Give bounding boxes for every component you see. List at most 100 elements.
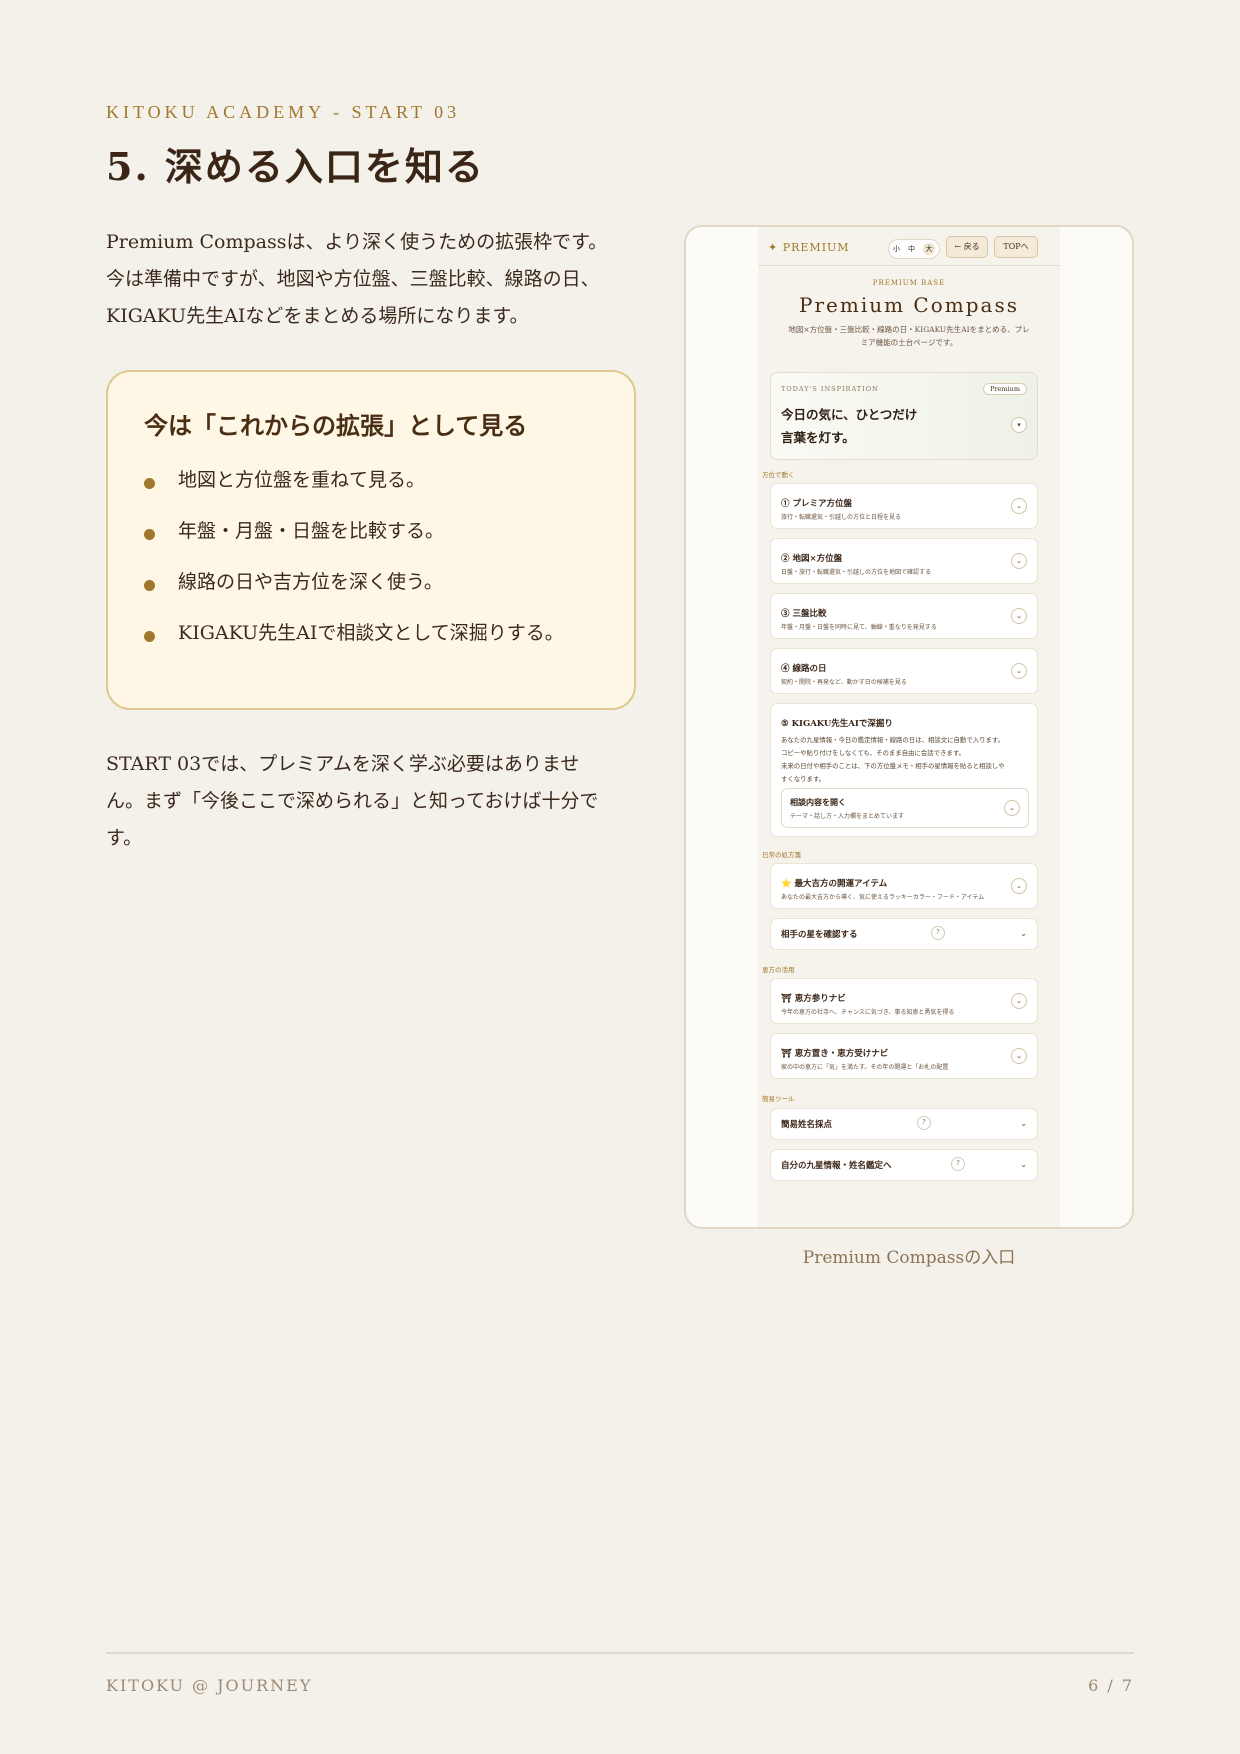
list-item: 地図と方位盤を重ねて見る。 <box>144 467 598 493</box>
card-body-line: コピーや貼り付けをしなくても、そのまま自由に会話できます。 <box>781 749 965 757</box>
card-title: 簡易姓名採点 <box>781 1120 833 1130</box>
note-list: 地図と方位盤を重ねて見る。 年盤・月盤・日盤を比較する。 線路の日や吉方位を深く… <box>144 467 598 646</box>
card-title: ① プレミア方位盤 <box>781 499 852 509</box>
section-label-daily: 日常の処方箋 <box>762 851 801 859</box>
bullet-icon <box>144 478 155 489</box>
inspiration-card[interactable]: TODAY'S INSPIRATION Premium 今日の気に、ひとつだけ … <box>770 372 1038 460</box>
card-body-line: すくなります。 <box>781 775 826 783</box>
consult-open-button[interactable]: 相談内容を開く テーマ・話し方・入力欄をまとめています ⌄ <box>781 788 1029 828</box>
chevron-down-icon[interactable]: ⌄ <box>1020 1160 1027 1169</box>
card-body-line: あなたの九星情報・今日の鑑定情報・線路の日は、相談文に自動で入ります。 <box>781 736 1005 744</box>
page-number: 6 / 7 <box>1088 1676 1134 1695</box>
card-three-board[interactable]: ③ 三盤比較 年盤・月盤・日盤を同時に見て、軸線・重なりを発見する ⌄ <box>770 593 1038 639</box>
outro-line: ん。まず「今後ここで深められる」と知っておけば十分で <box>106 790 599 812</box>
help-icon[interactable]: ? <box>951 1157 965 1171</box>
chevron-down-icon[interactable]: ⌄ <box>1011 498 1027 514</box>
section-label-ehou: 恵方の活用 <box>762 966 795 974</box>
card-partner-star[interactable]: 相手の星を確認する ? ⌄ <box>770 918 1038 950</box>
card-title: 自分の九星情報・姓名鑑定へ <box>781 1161 892 1171</box>
card-title: 相手の星を確認する <box>781 930 858 940</box>
back-button[interactable]: ← 戻る <box>946 236 988 258</box>
card-title: ⭐ 最大吉方の開運アイテム <box>781 879 888 889</box>
inspiration-line: 言葉を灯す。 <box>781 430 855 445</box>
card-premium-board[interactable]: ① プレミア方位盤 旅行・転職還気・引越しの方位と日程を見る ⌄ <box>770 483 1038 529</box>
app-subtitle-line: ミア機能の土台ページです。 <box>860 338 958 347</box>
screenshot-caption: Premium Compassの入口 <box>802 1248 1016 1268</box>
card-desc: 日盤・旅行・転職還気・引越しの方位を地図で確認する <box>781 569 932 576</box>
chevron-down-icon[interactable]: ▾ <box>1011 417 1027 433</box>
chevron-down-icon[interactable]: ⌄ <box>1020 1119 1027 1128</box>
section-label-tools: 簡易ツール <box>762 1095 795 1103</box>
chevron-down-icon[interactable]: ⌄ <box>1011 1048 1027 1064</box>
note-title: 今は「これからの拡張」として見る <box>144 411 528 440</box>
app-topbar: ✦ PREMIUM 小 中 大 ← 戻る TOPへ <box>758 235 1060 266</box>
bullet-icon <box>144 529 155 540</box>
app-brand: ✦ PREMIUM <box>768 241 850 254</box>
intro-line: Premium Compassは、より深く使うための拡張枠です。 <box>106 231 608 253</box>
app-title: Premium Compass <box>799 293 1019 317</box>
size-small-button[interactable]: 小 <box>893 244 900 254</box>
section-label-direction: 方位で動く <box>762 471 795 479</box>
card-title: ④ 線路の日 <box>781 664 827 674</box>
app-page: ✦ PREMIUM 小 中 大 ← 戻る TOPへ PREMIUM BASE P… <box>758 227 1060 1227</box>
inspiration-line: 今日の気に、ひとつだけ <box>781 407 918 422</box>
size-large-button[interactable]: 大 <box>923 243 935 255</box>
app-subtitle-line: 地図×方位盤・三盤比較・線路の日・KIGAKU先生AIをまとめる、プレ <box>788 325 1030 334</box>
card-lucky-items[interactable]: ⭐ 最大吉方の開運アイテム あなたの最大吉方から導く、気に使えるラッキーカラー・… <box>770 863 1038 909</box>
chevron-down-icon[interactable]: ⌄ <box>1004 800 1020 816</box>
chevron-down-icon[interactable]: ⌄ <box>1020 929 1027 938</box>
top-button[interactable]: TOPへ <box>994 236 1038 258</box>
card-body: あなたの九星情報・今日の鑑定情報・線路の日は、相談文に自動で入ります。 コピーや… <box>781 734 1027 786</box>
card-title: ⛩ 恵方置き・恵方受けナビ <box>781 1049 889 1059</box>
list-item: 線路の日や吉方位を深く使う。 <box>144 569 598 595</box>
size-medium-button[interactable]: 中 <box>908 244 915 254</box>
list-item: KIGAKU先生AIで相談文として深掘りする。 <box>144 620 598 646</box>
list-item-text: 年盤・月盤・日盤を比較する。 <box>178 520 445 542</box>
outro-line: START 03では、プレミアムを深く学ぶ必要はありませ <box>106 753 580 775</box>
intro-line: 今は準備中ですが、地図や方位盤、三盤比較、線路の日、 <box>106 268 600 290</box>
outro-line: す。 <box>106 827 143 849</box>
chevron-down-icon[interactable]: ⌄ <box>1011 878 1027 894</box>
intro-paragraph: Premium Compassは、より深く使うための拡張枠です。 今は準備中です… <box>106 224 636 335</box>
chevron-down-icon[interactable]: ⌄ <box>1011 993 1027 1009</box>
card-name-score[interactable]: 簡易姓名採点 ? ⌄ <box>770 1108 1038 1140</box>
list-item: 年盤・月盤・日盤を比較する。 <box>144 518 598 544</box>
outro-paragraph: START 03では、プレミアムを深く学ぶ必要はありませ ん。まず「今後ここで深… <box>106 746 636 857</box>
help-icon[interactable]: ? <box>931 926 945 940</box>
note-box: 今は「これからの拡張」として見る 地図と方位盤を重ねて見る。 年盤・月盤・日盤を… <box>106 370 636 710</box>
card-title: ⑤ KIGAKU先生AIで深掘り <box>781 719 893 729</box>
list-item-text: 線路の日や吉方位を深く使う。 <box>178 571 443 593</box>
card-desc: 家の中の恵方に「気」を満たす。その年の開運と「お札の配置 <box>781 1064 949 1071</box>
card-ai: ⑤ KIGAKU先生AIで深掘り あなたの九星情報・今日の鑑定情報・線路の日は、… <box>770 703 1038 837</box>
card-line-day[interactable]: ④ 線路の日 契約・開院・再発など、動かす日の候補を見る ⌄ <box>770 648 1038 694</box>
premium-badge: Premium <box>983 383 1027 395</box>
card-desc: 今年の恵方の社寺へ、チャンスに気づき、事る知恵と勇気を得る <box>781 1009 955 1016</box>
section-eyebrow: KITOKU ACADEMY - START 03 <box>106 102 461 122</box>
card-desc: あなたの最大吉方から導く、気に使えるラッキーカラー・フード・アイテム <box>781 894 985 901</box>
inspiration-text: 今日の気に、ひとつだけ 言葉を灯す。 <box>781 403 917 449</box>
bullet-icon <box>144 631 155 642</box>
inner-title: 相談内容を開く <box>790 797 846 807</box>
card-map-board[interactable]: ② 地図×方位盤 日盤・旅行・転職還気・引越しの方位を地図で確認する ⌄ <box>770 538 1038 584</box>
chevron-down-icon[interactable]: ⌄ <box>1011 608 1027 624</box>
card-ehou-visit[interactable]: ⛩ 恵方参りナビ 今年の恵方の社寺へ、チャンスに気づき、事る知恵と勇気を得る ⌄ <box>770 978 1038 1024</box>
chevron-down-icon[interactable]: ⌄ <box>1011 663 1027 679</box>
card-desc: 年盤・月盤・日盤を同時に見て、軸線・重なりを発見する <box>781 624 937 631</box>
inner-desc: テーマ・話し方・入力欄をまとめています <box>790 813 905 820</box>
list-item-text: 地図と方位盤を重ねて見る。 <box>178 469 426 491</box>
app-subtitle: 地図×方位盤・三盤比較・線路の日・KIGAKU先生AIをまとめる、プレ ミア機能… <box>770 323 1048 349</box>
chevron-down-icon[interactable]: ⌄ <box>1011 553 1027 569</box>
footer-brand: KITOKU @ JOURNEY <box>106 1676 313 1695</box>
card-nine-star[interactable]: 自分の九星情報・姓名鑑定へ ? ⌄ <box>770 1149 1038 1181</box>
card-title: ⛩ 恵方参りナビ <box>781 994 846 1004</box>
bullet-icon <box>144 580 155 591</box>
card-body-line: 未来の日付や相手のことは、下の方位盤メモ・相手の星情報を貼ると相談しや <box>781 762 1005 770</box>
card-title: ② 地図×方位盤 <box>781 554 843 564</box>
card-desc: 旅行・転職還気・引越しの方位と日程を見る <box>781 514 902 521</box>
card-ehou-place[interactable]: ⛩ 恵方置き・恵方受けナビ 家の中の恵方に「気」を満たす。その年の開運と「お札の… <box>770 1033 1038 1079</box>
font-size-toggle[interactable]: 小 中 大 <box>888 239 940 259</box>
page-title: 5. 深める入口を知る <box>106 144 485 189</box>
help-icon[interactable]: ? <box>917 1116 931 1130</box>
card-desc: 契約・開院・再発など、動かす日の候補を見る <box>781 679 907 686</box>
inspiration-label: TODAY'S INSPIRATION <box>781 385 879 393</box>
